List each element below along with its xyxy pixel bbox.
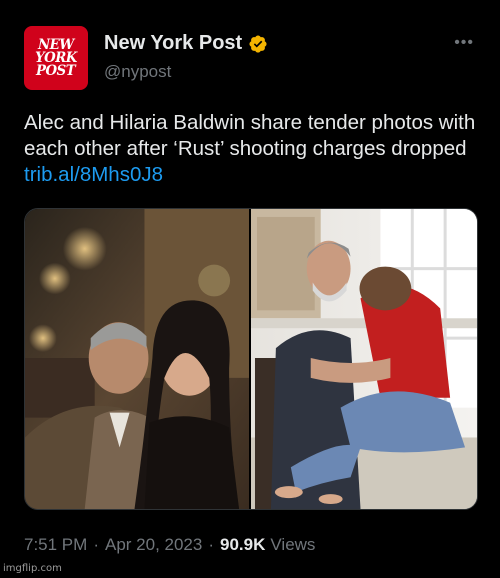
account-handle[interactable]: @nypost (104, 62, 171, 82)
photo-couple-restaurant-image (25, 209, 249, 509)
views-count: 90.9K (220, 535, 266, 554)
tweet-link[interactable]: trib.al/8Mhs0J8 (24, 163, 163, 186)
tweet-text: Alec and Hilaria Baldwin share tender ph… (24, 110, 484, 188)
tweet-date[interactable]: Apr 20, 2023 (105, 535, 202, 555)
meta-separator: · (208, 535, 215, 554)
meta-separator: · (93, 535, 99, 554)
tweet-meta: 7:51 PM · Apr 20, 2023 · 90.9K Views (24, 535, 315, 555)
verified-badge-icon (249, 34, 267, 53)
avatar[interactable]: NEW YORK POST (24, 26, 88, 90)
tweet-card: NEW YORK POST New York Post @nypost ••• … (0, 0, 500, 578)
account-name-row[interactable]: New York Post (104, 32, 268, 55)
display-name[interactable]: New York Post (104, 32, 242, 55)
tweet-time[interactable]: 7:51 PM (24, 535, 87, 555)
media-grid (24, 208, 478, 510)
photo-couple-embrace-image (251, 209, 477, 509)
avatar-logo-line-3: POST (36, 62, 76, 79)
ellipsis-icon[interactable]: ••• (454, 34, 474, 52)
photo-couple-restaurant[interactable] (25, 209, 249, 509)
watermark: imgflip.com (3, 563, 62, 574)
views-label: Views (270, 535, 316, 554)
tweet-body: Alec and Hilaria Baldwin share tender ph… (24, 111, 476, 160)
photo-couple-embrace[interactable] (251, 209, 477, 509)
